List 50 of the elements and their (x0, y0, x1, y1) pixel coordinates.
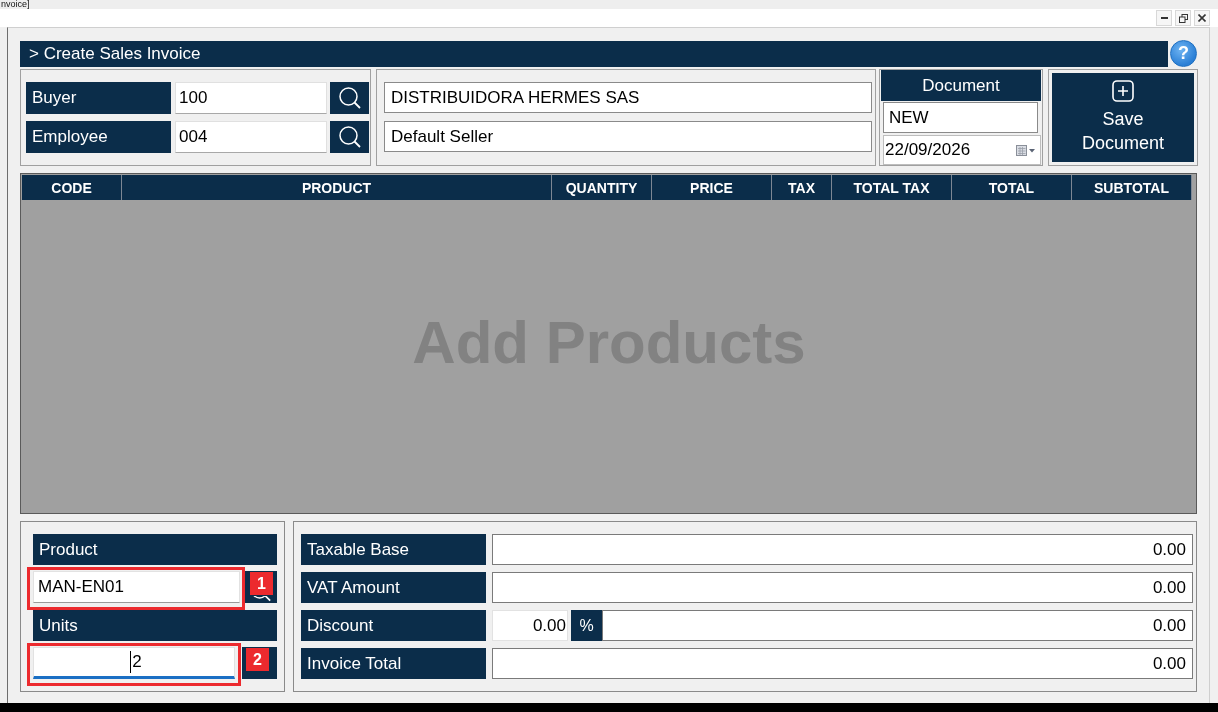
discount-rate-field[interactable]: 0.00 (492, 610, 568, 641)
total-label: VAT Amount (301, 572, 486, 603)
column-header: TOTAL (952, 175, 1072, 200)
step-badge: 2 (246, 648, 269, 671)
column-header: TAX (772, 175, 832, 200)
close-button[interactable] (1194, 10, 1210, 26)
field-label: Product (33, 534, 277, 565)
save-document-button[interactable]: Save Document (1052, 73, 1194, 162)
column-header: QUANTITY (552, 175, 652, 200)
code-field[interactable]: 100 (175, 82, 327, 114)
units-field[interactable]: 2 (33, 647, 235, 679)
code-field[interactable]: 004 (175, 121, 327, 153)
close-icon (1198, 14, 1206, 22)
amount-field: 0.00 (602, 610, 1193, 641)
column-header: SUBTOTAL (1072, 175, 1192, 200)
column-header: PRICE (652, 175, 772, 200)
text-cursor (130, 651, 132, 673)
page-title: > Create Sales Invoice (20, 40, 1168, 67)
search-icon (337, 86, 362, 110)
name-field[interactable]: Default Seller (384, 121, 872, 152)
document-heading: Document (881, 70, 1041, 101)
search-icon (337, 125, 362, 149)
field-label: Units (33, 610, 277, 641)
total-label: Taxable Base (301, 534, 486, 565)
plus-square-icon (1112, 80, 1134, 102)
name-field[interactable]: DISTRIBUIDORA HERMES SAS (384, 82, 872, 113)
restore-button[interactable] (1175, 10, 1191, 26)
percent-tag: % (571, 610, 602, 641)
minimize-icon (1160, 17, 1168, 19)
minimize-button[interactable] (1156, 10, 1172, 26)
total-label: Invoice Total (301, 648, 486, 679)
column-header: TOTAL TAX (832, 175, 952, 200)
column-header: PRODUCT (122, 175, 552, 200)
product-code-field[interactable]: MAN-EN01 (33, 571, 240, 603)
amount-field: 0.00 (492, 648, 1193, 679)
field-label: Buyer (26, 82, 171, 114)
date-value: 22/09/2026 (885, 140, 971, 160)
document-number-field[interactable]: NEW (883, 102, 1038, 133)
amount-field: 0.00 (492, 572, 1193, 603)
window-title: nvoice] (0, 0, 30, 9)
search-button[interactable] (330, 121, 369, 153)
restore-icon (1178, 13, 1188, 23)
amount-field: 0.00 (492, 534, 1193, 565)
calendar-dropdown-icon[interactable] (1016, 144, 1036, 156)
total-label: Discount (301, 610, 486, 641)
step-badge: 1 (250, 572, 273, 595)
field-label: Employee (26, 121, 171, 153)
column-header: CODE (22, 175, 122, 200)
date-field[interactable]: 22/09/2026 (883, 135, 1041, 165)
search-button[interactable] (330, 82, 369, 114)
